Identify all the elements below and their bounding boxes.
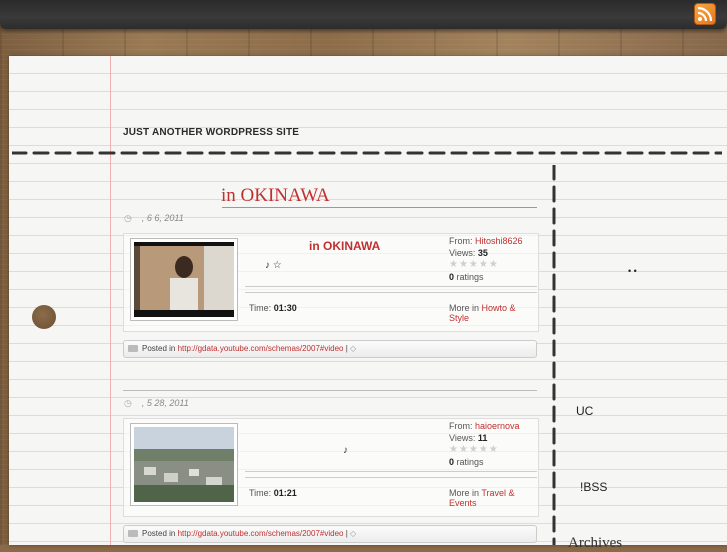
video-thumbnail-image [134,427,234,502]
ratings-label: ratings [456,457,484,467]
post-date: ◷ , 5 28, 2011 [124,398,189,409]
rating-stars[interactable]: ★★★★★ [449,444,520,456]
post-title-rule [123,390,537,391]
video-box: ♪ From: haioernova Views: 11 ★★★★★ 0 rat… [123,418,539,517]
category-link[interactable]: http://gdata.youtube.com/schemas/2007#vi… [178,344,344,353]
ratings-count: 0 [449,272,455,282]
margin-line [110,56,111,545]
post-date-text: , 6 6, 2011 [141,213,184,223]
tag-icon: ◇ [350,529,357,538]
video-box: in OKINAWA ♪ ☆ From: Hitoshi8626 Views: … [123,233,539,332]
archives-heading: Archives [568,535,623,551]
video-time: Time: 01:21 [249,488,297,498]
from-label: From: [449,421,473,431]
more-label: More in [449,488,480,498]
video-rule [245,286,537,287]
posted-label: Posted in [142,344,176,353]
post-date: ◷ , 6 6, 2011 [124,213,184,224]
video-meta: From: Hitoshi8626 Views: 35 ★★★★★ 0 rati… [449,235,523,283]
clock-icon: ◷ [124,398,132,408]
views-count: 11 [477,433,488,443]
video-thumbnail[interactable] [130,238,238,321]
ratings-count: 0 [449,457,455,467]
views-label: Views: [449,248,476,258]
category-link[interactable]: http://gdata.youtube.com/schemas/2007#vi… [178,529,344,538]
video-description: ♪ [343,445,348,456]
sidebar-link-bss[interactable]: !BSS [580,480,607,494]
site-title[interactable]: JUST ANOTHER WORDPRESS SITE [123,127,299,138]
sidebar-link-uc[interactable]: UC [576,404,593,418]
sidebar-divider [552,165,556,545]
from-label: From: [449,236,473,246]
video-time: Time: 01:30 [249,303,297,313]
clock-icon: ◷ [124,213,132,223]
punch-hole [32,305,56,329]
time-value: 01:21 [273,488,297,498]
video-rule [245,477,537,478]
posted-label: Posted in [142,529,176,538]
folder-icon [128,345,138,353]
video-meta: From: haioernova Views: 11 ★★★★★ 0 ratin… [449,420,520,468]
video-rule [245,471,537,472]
sidebar-dots: • • [628,266,637,276]
uploader-link[interactable]: Hitoshi8626 [475,236,523,246]
video-description: ♪ ☆ [265,260,282,271]
top-bar [0,0,727,29]
views-count: 35 [477,248,488,258]
video-title[interactable]: in OKINAWA [309,239,380,253]
uploader-link[interactable]: haioernova [475,421,520,431]
post-date-text: , 5 28, 2011 [141,398,189,408]
post-title-rule [222,207,537,208]
rating-stars[interactable]: ★★★★★ [449,259,523,271]
posted-in-bar: Posted in http://gdata.youtube.com/schem… [123,340,537,358]
folder-icon [128,530,138,538]
video-thumbnail-image [134,242,234,317]
posted-in-bar: Posted in http://gdata.youtube.com/schem… [123,525,537,543]
video-category: More in Travel & Events [449,488,538,508]
video-category: More in Howto & Style [449,303,538,323]
views-label: Views: [449,433,476,443]
tag-icon: ◇ [350,344,357,353]
separator: | [345,529,348,538]
time-label: Time: [249,488,272,498]
post-title[interactable]: in OKINAWA [221,185,330,207]
rss-icon[interactable] [694,3,716,25]
video-rule [245,292,537,293]
video-thumbnail[interactable] [130,423,238,506]
ratings-label: ratings [456,272,484,282]
time-value: 01:30 [273,303,297,313]
header-divider [12,151,722,155]
time-label: Time: [249,303,272,313]
separator: | [345,344,348,353]
more-label: More in [449,303,480,313]
